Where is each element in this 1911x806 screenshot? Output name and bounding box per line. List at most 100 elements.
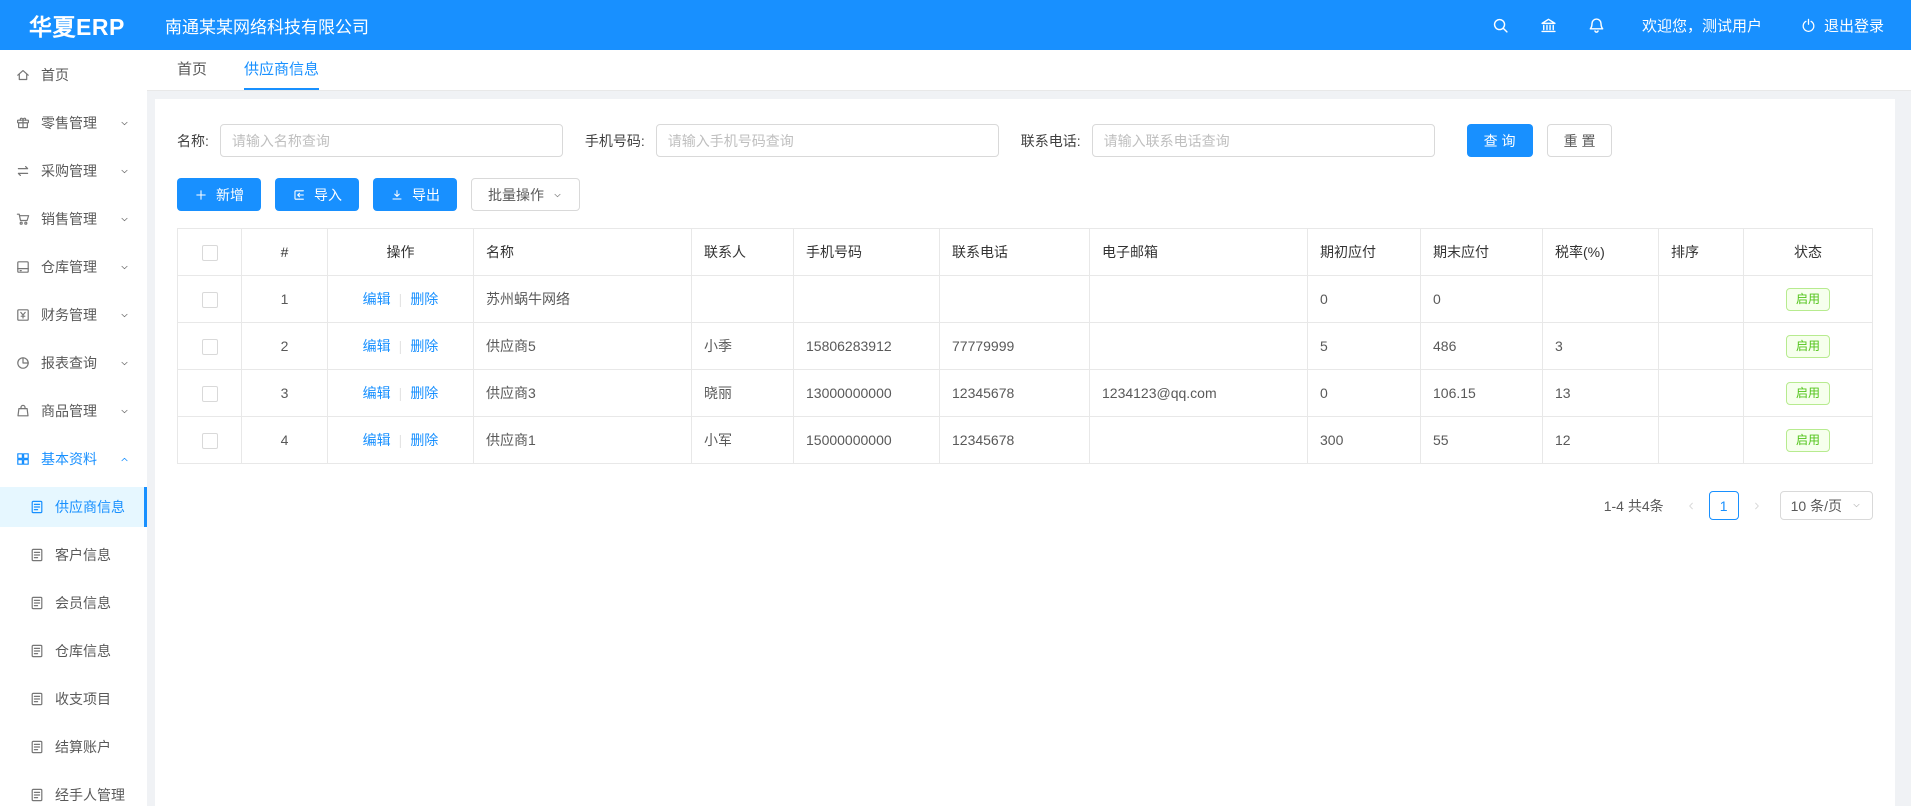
search-button[interactable]: 查 询	[1467, 124, 1533, 157]
edit-link[interactable]: 编辑	[363, 291, 391, 307]
row-checkbox[interactable]	[202, 292, 218, 308]
prev-page-button[interactable]	[1678, 492, 1704, 520]
sidebar-item-finance[interactable]: 财务管理	[0, 295, 147, 335]
file-icon	[29, 499, 45, 515]
cell-status: 启用	[1744, 323, 1873, 370]
phone-filter-input[interactable]	[656, 124, 999, 157]
row-checkbox-cell	[178, 370, 242, 417]
sidebar-item-label: 会员信息	[55, 593, 111, 613]
sidebar-item-label: 收支项目	[55, 689, 111, 709]
sidebar-item-label: 财务管理	[41, 305, 97, 325]
cell-tax-rate	[1543, 276, 1659, 323]
gift-icon	[15, 115, 31, 131]
row-checkbox[interactable]	[202, 433, 218, 449]
tab-home[interactable]: 首页	[177, 50, 207, 90]
chevron-down-icon	[119, 166, 130, 177]
edit-link[interactable]: 编辑	[363, 338, 391, 354]
select-all-checkbox[interactable]	[202, 245, 218, 261]
cell-closing-payable: 0	[1421, 276, 1543, 323]
logout-button[interactable]: 退出登录	[1800, 15, 1884, 36]
cell-telephone: 77779999	[940, 323, 1090, 370]
column-header: 联系电话	[940, 229, 1090, 276]
column-header: 联系人	[692, 229, 794, 276]
name-filter-input[interactable]	[220, 124, 563, 157]
file-icon	[29, 547, 45, 563]
sidebar-item-retail[interactable]: 零售管理	[0, 103, 147, 143]
sidebar-item-settlement-account[interactable]: 结算账户	[0, 727, 147, 767]
edit-link[interactable]: 编辑	[363, 385, 391, 401]
sidebar-item-warehouse-info[interactable]: 仓库信息	[0, 631, 147, 671]
delete-link[interactable]: 删除	[410, 432, 438, 448]
search-icon[interactable]	[1491, 16, 1510, 35]
status-badge: 启用	[1786, 335, 1830, 358]
chevron-down-icon	[552, 190, 563, 201]
sidebar-item-customer-info[interactable]: 客户信息	[0, 535, 147, 575]
link-divider: |	[399, 385, 403, 401]
pagination: 1-4 共4条 1 10 条/页	[177, 491, 1873, 520]
export-button[interactable]: 导出	[373, 178, 457, 211]
app-logo: 华夏ERP	[0, 8, 150, 42]
add-button[interactable]: 新增	[177, 178, 261, 211]
sidebar-item-goods[interactable]: 商品管理	[0, 391, 147, 431]
cell-operations: 编辑|删除	[328, 323, 474, 370]
sidebar-item-home[interactable]: 首页	[0, 55, 147, 95]
row-checkbox[interactable]	[202, 339, 218, 355]
column-header: #	[242, 229, 328, 276]
sidebar-item-basic-data[interactable]: 基本资料	[0, 439, 147, 479]
chevron-down-icon	[119, 262, 130, 273]
cell-opening-payable: 0	[1308, 370, 1421, 417]
sidebar-item-income-expense[interactable]: 收支项目	[0, 679, 147, 719]
content-card: 名称: 手机号码: 联系电话: 查 询 重 置 新增 导入	[155, 99, 1895, 806]
bank-icon[interactable]	[1539, 16, 1558, 35]
column-header: 电子邮箱	[1090, 229, 1308, 276]
file-icon	[29, 787, 45, 803]
import-button[interactable]: 导入	[275, 178, 359, 211]
cell-status: 启用	[1744, 276, 1873, 323]
cell-opening-payable: 300	[1308, 417, 1421, 464]
page-number-1[interactable]: 1	[1709, 491, 1739, 520]
cell-telephone: 12345678	[940, 417, 1090, 464]
cart-icon	[15, 211, 31, 227]
telephone-filter-input[interactable]	[1092, 124, 1435, 157]
phone-filter-label: 手机号码:	[585, 131, 645, 151]
sidebar-item-purchase[interactable]: 采购管理	[0, 151, 147, 191]
cell-contact	[692, 276, 794, 323]
page-size-select[interactable]: 10 条/页	[1780, 491, 1873, 520]
column-header: 税率(%)	[1543, 229, 1659, 276]
telephone-filter-label: 联系电话:	[1021, 131, 1081, 151]
next-page-button[interactable]	[1744, 492, 1770, 520]
cell-tax-rate: 12	[1543, 417, 1659, 464]
hdd-icon	[15, 259, 31, 275]
logout-icon	[1800, 17, 1817, 34]
edit-link[interactable]: 编辑	[363, 432, 391, 448]
sidebar-item-sales[interactable]: 销售管理	[0, 199, 147, 239]
table-row: 1编辑|删除苏州蜗牛网络00启用	[178, 276, 1873, 323]
sidebar-item-label: 报表查询	[41, 353, 97, 373]
sidebar-item-handler-mgmt[interactable]: 经手人管理	[0, 775, 147, 806]
bell-icon[interactable]	[1587, 16, 1606, 35]
column-header: 排序	[1659, 229, 1744, 276]
table-row: 3编辑|删除供应商3晓丽13000000000123456781234123@q…	[178, 370, 1873, 417]
sidebar-item-member-info[interactable]: 会员信息	[0, 583, 147, 623]
chevron-down-icon	[119, 406, 130, 417]
row-checkbox-cell	[178, 323, 242, 370]
logout-label: 退出登录	[1824, 15, 1884, 36]
sidebar-item-warehouse[interactable]: 仓库管理	[0, 247, 147, 287]
delete-link[interactable]: 删除	[410, 338, 438, 354]
tab-supplier-info[interactable]: 供应商信息	[244, 50, 319, 90]
column-header: 操作	[328, 229, 474, 276]
cell-opening-payable: 5	[1308, 323, 1421, 370]
batch-actions-button[interactable]: 批量操作	[471, 178, 580, 211]
header-checkbox-cell	[178, 229, 242, 276]
sidebar-item-supplier-info[interactable]: 供应商信息	[0, 487, 147, 527]
cell-name: 供应商1	[474, 417, 692, 464]
company-name: 南通某某网络科技有限公司	[165, 13, 369, 38]
sidebar-item-reports[interactable]: 报表查询	[0, 343, 147, 383]
column-header: 手机号码	[794, 229, 940, 276]
reset-button[interactable]: 重 置	[1547, 124, 1613, 157]
row-checkbox[interactable]	[202, 386, 218, 402]
chevron-down-icon	[119, 358, 130, 369]
delete-link[interactable]: 删除	[410, 385, 438, 401]
cell-index: 1	[242, 276, 328, 323]
delete-link[interactable]: 删除	[410, 291, 438, 307]
